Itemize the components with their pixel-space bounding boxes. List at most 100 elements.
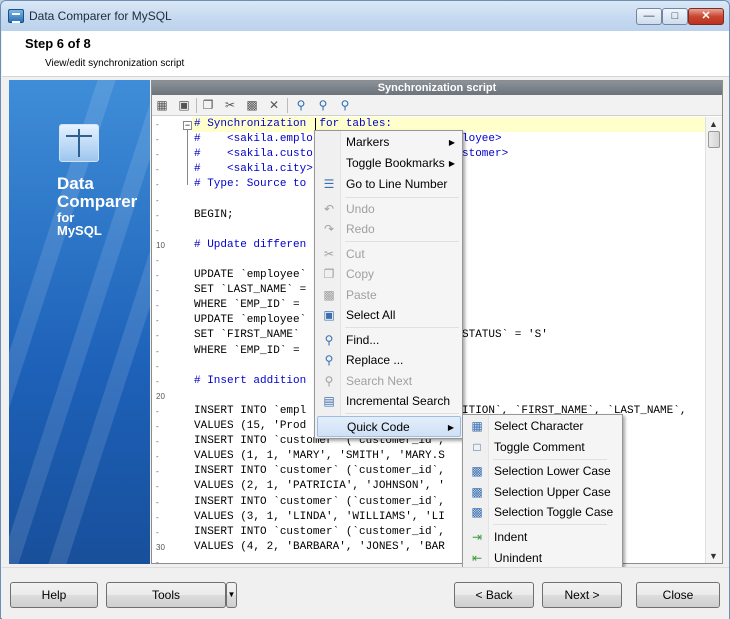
delete-icon[interactable]: ✕: [266, 98, 282, 113]
select-all-icon: ▣: [323, 308, 335, 322]
line-number: -: [156, 150, 159, 160]
menu-item-toggle-bookmarks[interactable]: Toggle Bookmarks ▶: [317, 153, 461, 174]
find-icon[interactable]: ⚲: [293, 98, 309, 113]
context-menu: Markers ▶ Toggle Bookmarks ▶ ☰ Go to Lin…: [314, 130, 463, 439]
banner-line-2: Comparer: [57, 191, 138, 211]
menu-item-label: Toggle Bookmarks: [346, 156, 445, 170]
menu-item-copy[interactable]: ❐ Copy: [317, 264, 461, 285]
submenu-arrow-icon: ▶: [448, 138, 455, 147]
banner-line-4: MySQL: [57, 223, 102, 239]
menu-item-indent[interactable]: ⇥ Indent: [465, 527, 621, 548]
code-text: # <sakila.city>: [194, 163, 313, 176]
tools-button[interactable]: Tools: [106, 582, 226, 608]
code-line: # Update differen: [194, 238, 306, 253]
copy-icon[interactable]: ❐: [200, 98, 216, 113]
new-icon[interactable]: ▦: [154, 98, 170, 113]
code-text: # Synchronization for tables:: [194, 118, 393, 130]
menu-item-upper-case[interactable]: ▩ Selection Upper Case: [465, 482, 621, 503]
menu-item-paste[interactable]: ▩ Paste: [317, 285, 461, 306]
incremental-search-icon: ▤: [323, 394, 335, 408]
line-number: -: [156, 316, 159, 326]
menu-item-unindent[interactable]: ⇤ Unindent: [465, 548, 621, 569]
scroll-down-icon[interactable]: ▼: [709, 551, 718, 561]
menu-item-select-character[interactable]: ▦ Select Character: [465, 416, 621, 437]
code-text: SET `FIRST_NAME`: [194, 329, 300, 342]
menu-item-incremental-search[interactable]: ▤ Incremental Search: [317, 391, 461, 412]
menu-item-label: Unindent: [494, 551, 543, 565]
menu-item-undo[interactable]: ↶ Undo: [317, 199, 461, 220]
code-line: WHERE `EMP_ID` =: [194, 298, 300, 313]
next-button[interactable]: Next >: [542, 582, 622, 608]
find-next-icon[interactable]: ⚲: [315, 98, 331, 113]
line-number: -: [156, 195, 159, 205]
banner-line-3: for: [57, 209, 75, 225]
code-line: INSERT INTO `customer` (`customer_id`,`,…: [194, 525, 528, 540]
scales-logo-icon: [59, 124, 99, 162]
paste-icon[interactable]: ▩: [244, 98, 260, 113]
scroll-up-icon[interactable]: ▲: [709, 119, 718, 129]
line-number: 10: [156, 240, 165, 250]
menu-item-replace[interactable]: ⚲ Replace ...: [317, 350, 461, 371]
save-icon[interactable]: ▣: [176, 98, 192, 113]
help-button[interactable]: Help: [10, 582, 98, 608]
copy-icon: ❐: [323, 267, 335, 281]
code-text: # <sakila.custo: [194, 148, 313, 161]
fold-toggle[interactable]: −: [183, 121, 192, 130]
vertical-scrollbar[interactable]: ▲ ▼: [705, 117, 722, 563]
line-number: -: [156, 376, 159, 386]
code-line: # <sakila.city>: [194, 162, 313, 177]
menu-item-markers[interactable]: Markers ▶: [317, 132, 461, 153]
unindent-icon: ⇤: [471, 551, 483, 565]
menu-item-cut[interactable]: ✂ Cut: [317, 244, 461, 265]
menu-item-label: Redo: [346, 222, 375, 236]
code-text-tail: STATUS` = 'S': [462, 329, 548, 342]
menu-item-go-to-line[interactable]: ☰ Go to Line Number: [317, 174, 461, 195]
menu-item-toggle-comment[interactable]: □ Toggle Comment: [465, 437, 621, 458]
menu-item-toggle-case[interactable]: ▩ Selection Toggle Case: [465, 502, 621, 523]
line-number: -: [156, 497, 159, 507]
code-text: UPDATE `employee`: [194, 269, 307, 281]
code-line: INSERT INTO `customer` (`customer_id`,`,…: [194, 495, 528, 510]
code-text: VALUES (1, 1, 'MARY', 'SMITH', 'MARY.S: [194, 450, 445, 463]
code-text: INSERT INTO `customer` (`customer_id`,: [194, 465, 445, 478]
close-window-button[interactable]: ✕: [688, 8, 724, 25]
menu-item-label: Paste: [346, 288, 377, 302]
minimize-button[interactable]: —: [636, 8, 662, 25]
menu-item-search-next[interactable]: ⚲ Search Next: [317, 371, 461, 392]
code-line: # <sakila.custo stomer>: [194, 147, 508, 162]
code-text: UPDATE `employee`: [194, 314, 307, 327]
code-line: # <sakila.emplo loyee>: [194, 132, 502, 147]
line-number: 20: [156, 391, 165, 401]
code-line: VALUES (1, 1, 'MARY', 'SMITH', 'MARY.Sg'…: [194, 449, 541, 464]
menu-item-find[interactable]: ⚲ Find...: [317, 330, 461, 351]
tools-dropdown-button[interactable]: ▼: [226, 582, 237, 608]
line-number: -: [156, 406, 159, 416]
menu-item-redo[interactable]: ↷ Redo: [317, 219, 461, 240]
wizard-header: Step 6 of 8 View/edit synchronization sc…: [2, 31, 729, 77]
replace-icon[interactable]: ⚲: [337, 98, 353, 113]
help-button-label: Help: [41, 588, 67, 602]
code-line: VALUES (4, 2, 'BARBARA', 'JONES', 'BARme…: [194, 540, 541, 555]
menu-item-lower-case[interactable]: ▩ Selection Lower Case: [465, 461, 621, 482]
find-icon: ⚲: [324, 333, 334, 347]
code-line: WHERE `EMP_ID` =: [194, 344, 300, 359]
menu-item-quick-code[interactable]: Quick Code ▶: [317, 416, 461, 437]
menu-item-select-all[interactable]: ▣ Select All: [317, 305, 461, 326]
code-text: WHERE `EMP_ID` =: [194, 299, 300, 312]
scroll-thumb[interactable]: [708, 131, 720, 148]
close-button[interactable]: Close: [636, 582, 720, 608]
code-text-tail: stomer>: [462, 148, 509, 161]
tools-button-label: Tools: [151, 588, 180, 602]
banner-line-1: Data: [57, 174, 94, 193]
fold-guide: [187, 130, 188, 185]
back-button[interactable]: < Back: [454, 582, 534, 608]
line-number: -: [156, 255, 159, 265]
code-line: UPDATE `employee`: [194, 268, 306, 283]
code-line: BEGIN;: [194, 208, 234, 223]
code-text: VALUES (2, 1, 'PATRICIA', 'JOHNSON', ': [194, 480, 445, 493]
cut-icon[interactable]: ✂: [222, 98, 238, 113]
code-text: # <sakila.emplo: [194, 133, 313, 146]
maximize-button[interactable]: □: [662, 8, 688, 25]
undo-icon: ↶: [323, 202, 335, 216]
line-number: -: [156, 331, 159, 341]
